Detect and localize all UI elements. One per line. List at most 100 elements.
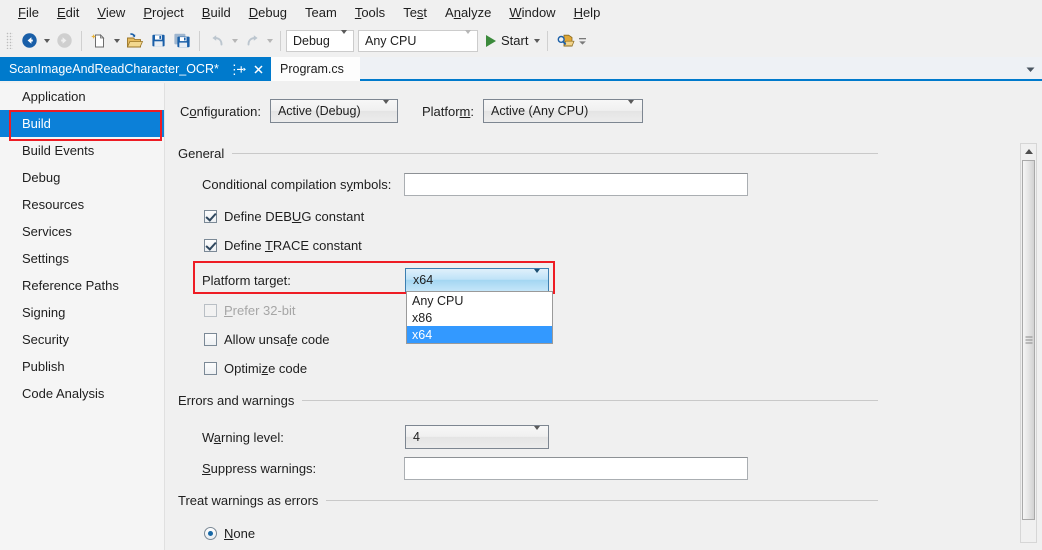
- scroll-up-button[interactable]: [1021, 144, 1036, 159]
- sidebar-item-signing[interactable]: Signing: [0, 299, 164, 326]
- solution-platform-combo[interactable]: Any CPU: [358, 29, 478, 52]
- pin-icon-glyph[interactable]: [235, 64, 246, 75]
- menu-item-window[interactable]: Window: [500, 3, 564, 22]
- sidebar-item-reference-paths[interactable]: Reference Paths: [0, 272, 164, 299]
- toolbar-separator-2: [199, 30, 200, 51]
- menu-item-view[interactable]: View: [88, 3, 134, 22]
- solution-platform-value: Any CPU: [365, 33, 417, 48]
- start-dropdown[interactable]: [531, 29, 542, 53]
- sidebar-item-code-analysis[interactable]: Code Analysis: [0, 380, 164, 407]
- save-all-button[interactable]: [170, 29, 194, 53]
- treat-none-label: None: [224, 526, 256, 541]
- platform-target-combo[interactable]: x64: [405, 268, 549, 292]
- suppress-warnings-input[interactable]: [404, 457, 748, 480]
- open-file-button[interactable]: [122, 29, 146, 53]
- platform-target-row: Platform target: x64: [202, 268, 549, 292]
- close-icon[interactable]: [252, 63, 265, 76]
- menu-item-file[interactable]: File: [9, 3, 48, 22]
- warning-level-combo[interactable]: 4: [405, 425, 549, 449]
- menu-item-analyze[interactable]: Analyze: [436, 3, 500, 22]
- sidebar-item-label: Signing: [22, 305, 66, 320]
- new-item-dropdown[interactable]: [111, 29, 122, 53]
- vertical-scrollbar[interactable]: [1020, 143, 1037, 543]
- redo-dropdown[interactable]: [264, 29, 275, 53]
- prefer-32bit-checkbox: [204, 304, 217, 317]
- navigate-backward-button[interactable]: [17, 29, 41, 53]
- document-tab-program-cs[interactable]: Program.cs: [271, 57, 360, 81]
- sidebar-item-label: Code Analysis: [22, 386, 105, 401]
- sidebar-item-debug[interactable]: Debug: [0, 164, 164, 191]
- find-in-files-button[interactable]: [553, 29, 577, 53]
- configuration-combo[interactable]: Active (Debug): [269, 99, 398, 123]
- define-trace-checkbox[interactable]: [204, 239, 217, 252]
- toolbar-separator-3: [280, 30, 281, 51]
- menu-item-test[interactable]: Test: [394, 3, 436, 22]
- menu-item-debug[interactable]: Debug: [240, 3, 296, 22]
- sidebar-item-publish[interactable]: Publish: [0, 353, 164, 380]
- allow-unsafe-label: Allow unsafe code: [224, 332, 330, 347]
- tab-list-chevron-icon: [1026, 67, 1034, 72]
- chevron-down-icon: [341, 29, 347, 48]
- treat-none-row[interactable]: None: [204, 526, 255, 541]
- optimize-code-row[interactable]: Optimize code: [204, 361, 307, 376]
- toolbar-overflow-button[interactable]: [577, 29, 588, 53]
- chevron-down-icon: [382, 100, 389, 118]
- save-button[interactable]: [146, 29, 170, 53]
- section-divider: [232, 153, 878, 154]
- sidebar-item-label: Reference Paths: [22, 278, 119, 293]
- menu-item-help[interactable]: Help: [565, 3, 610, 22]
- sidebar-item-label: Security: [22, 332, 69, 347]
- menu-item-project[interactable]: Project: [134, 3, 192, 22]
- section-divider: [326, 500, 878, 501]
- optimize-code-checkbox[interactable]: [204, 362, 217, 375]
- sidebar-item-application[interactable]: Application: [0, 83, 164, 110]
- menu-item-edit[interactable]: Edit: [48, 3, 88, 22]
- sidebar-item-settings[interactable]: Settings: [0, 245, 164, 272]
- menu-item-team[interactable]: Team: [296, 3, 346, 22]
- menu-item-tools[interactable]: Tools: [346, 3, 394, 22]
- sidebar-item-label: Settings: [22, 251, 69, 266]
- sidebar-item-build-events[interactable]: Build Events: [0, 137, 164, 164]
- solution-configuration-combo[interactable]: Debug: [286, 29, 354, 52]
- define-debug-row[interactable]: Define DEBUG constant: [204, 209, 364, 224]
- allow-unsafe-checkbox[interactable]: [204, 333, 217, 346]
- platform-target-dropdown-list[interactable]: Any CPU x86 x64: [406, 291, 553, 344]
- platform-combo[interactable]: Active (Any CPU): [483, 99, 643, 123]
- properties-category-list: Application Build Build Events Debug Res…: [0, 83, 165, 550]
- sidebar-item-build[interactable]: Build: [0, 110, 164, 137]
- save-all-icon: [174, 33, 190, 48]
- new-item-button[interactable]: [87, 29, 111, 53]
- dropdown-option-x86[interactable]: x86: [407, 309, 552, 326]
- undo-dropdown[interactable]: [229, 29, 240, 53]
- define-trace-row[interactable]: Define TRACE constant: [204, 238, 362, 253]
- prefer-32bit-row: Prefer 32-bit: [204, 303, 296, 318]
- chevron-down-icon: [465, 29, 471, 48]
- treat-none-radio[interactable]: [204, 527, 217, 540]
- allow-unsafe-row[interactable]: Allow unsafe code: [204, 332, 330, 347]
- dropdown-option-any-cpu[interactable]: Any CPU: [407, 292, 552, 309]
- menu-bar: File Edit View Project Build Debug Team …: [0, 0, 1042, 24]
- play-icon: [486, 34, 496, 47]
- sidebar-item-security[interactable]: Security: [0, 326, 164, 353]
- toolbar-separator-4: [547, 30, 549, 51]
- menu-item-build[interactable]: Build: [193, 3, 240, 22]
- define-trace-label: Define TRACE constant: [224, 238, 362, 253]
- sidebar-item-label: Application: [22, 89, 86, 104]
- document-tab-project-properties[interactable]: ScanImageAndReadCharacter_OCR* ⋮: [0, 57, 271, 81]
- scrollbar-thumb[interactable]: [1022, 160, 1035, 520]
- undo-button[interactable]: [205, 29, 229, 53]
- navigate-forward-button[interactable]: [52, 29, 76, 53]
- document-tab-label: Program.cs: [280, 62, 344, 76]
- toolbar-grip[interactable]: [6, 32, 13, 49]
- define-debug-checkbox[interactable]: [204, 210, 217, 223]
- sidebar-item-services[interactable]: Services: [0, 218, 164, 245]
- sidebar-item-resources[interactable]: Resources: [0, 191, 164, 218]
- start-debug-button[interactable]: Start: [482, 29, 531, 53]
- dropdown-option-x64[interactable]: x64: [407, 326, 552, 343]
- prefer-32bit-label: Prefer 32-bit: [224, 303, 296, 318]
- standard-toolbar: Debug Any CPU Start: [0, 24, 1042, 57]
- redo-button[interactable]: [240, 29, 264, 53]
- conditional-symbols-input[interactable]: [404, 173, 748, 196]
- navigate-backward-dropdown[interactable]: [41, 29, 52, 53]
- tab-list-button[interactable]: [1022, 61, 1038, 77]
